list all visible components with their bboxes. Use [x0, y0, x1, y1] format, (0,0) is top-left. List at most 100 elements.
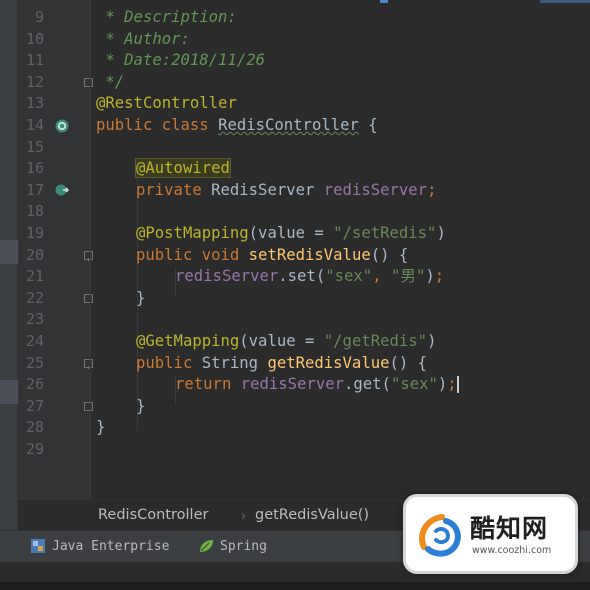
code-line-11: * Date:2018/11/26: [96, 50, 265, 72]
line-number: 12: [25, 72, 44, 91]
java-enterprise-icon: [31, 539, 45, 553]
code-line-24: @GetMapping(value = "/getRedis"): [136, 331, 436, 353]
paren: ): [427, 332, 437, 350]
comment-text: */: [96, 72, 125, 91]
code-line-22: }: [136, 288, 145, 310]
line-number: 26: [25, 375, 44, 394]
code-line-16: @Autowired: [135, 158, 231, 180]
method-name: getRedisValue: [267, 353, 390, 372]
java-enterprise-label: Java Enterprise: [52, 538, 170, 554]
method-name: setRedisValue: [248, 245, 371, 264]
spring-tool-button[interactable]: Spring: [198, 536, 267, 556]
type-name: String: [201, 353, 268, 372]
line-number: 20: [25, 245, 44, 264]
annotation: @PostMapping: [136, 224, 249, 242]
string-literal: "sex": [390, 375, 438, 394]
text-cursor: [456, 376, 459, 394]
paren: ): [436, 224, 446, 242]
spring-leaf-icon: [200, 540, 213, 552]
annotation: @RestController: [96, 94, 237, 113]
coozhi-logo-icon: [419, 514, 461, 557]
string-literal: "sex": [325, 267, 373, 286]
site-watermark: 酷知网 www.coozhi.com: [403, 494, 578, 574]
paren: ): [437, 375, 448, 394]
paren: (value =: [239, 332, 324, 350]
watermark-url: www.coozhi.com: [472, 545, 552, 556]
code-editor[interactable]: * Description: * Author: * Date:2018/11/…: [91, 0, 590, 500]
field-name: redisServer: [240, 375, 344, 394]
line-number: 22: [25, 288, 44, 307]
class-name: RedisController: [218, 116, 359, 134]
autowired-navigate-icon[interactable]: [55, 183, 69, 197]
paren: () {: [389, 353, 428, 372]
code-line-12: */: [96, 72, 124, 94]
breadcrumb-class[interactable]: RedisController: [98, 507, 208, 523]
code-line-26: return redisServer.get("sex");: [175, 374, 459, 396]
ide-window: 9 10 11 12 13 14 15 16 17 18 19 20 21 22…: [0, 0, 590, 590]
paren: () {: [370, 245, 409, 264]
string-literal: "/getRedis": [323, 332, 428, 350]
tool-stripe-tab[interactable]: [0, 240, 18, 264]
line-number: 10: [25, 29, 44, 48]
string-literal: "男": [390, 267, 426, 286]
method-call: .get(: [344, 375, 391, 394]
editor-gutter[interactable]: 9 10 11 12 13 14 15 16 17 18 19 20 21 22…: [18, 0, 93, 500]
left-tool-stripe[interactable]: [0, 0, 18, 530]
spring-label: Spring: [220, 538, 267, 554]
code-line-28: }: [96, 417, 105, 439]
keyword: public: [136, 353, 202, 372]
line-number: 18: [25, 202, 44, 221]
annotation: @Autowired: [135, 158, 231, 179]
semicolon: ;: [427, 180, 437, 199]
code-line-27: }: [136, 396, 145, 418]
annotation: @GetMapping: [136, 332, 240, 350]
line-number: 11: [25, 51, 44, 70]
comma: ,: [372, 267, 391, 286]
field-name: redisServer: [175, 267, 279, 286]
brace: }: [136, 288, 146, 307]
code-line-21: redisServer.set("sex", "男");: [175, 266, 444, 288]
semicolon: ;: [434, 267, 445, 286]
brace: }: [96, 418, 106, 437]
spring-bean-icon[interactable]: [55, 119, 69, 133]
code-line-19: @PostMapping(value = "/setRedis"): [136, 223, 446, 245]
type-name: RedisServer: [211, 180, 324, 199]
tool-stripe-tab[interactable]: [0, 380, 18, 404]
line-number: 15: [25, 137, 44, 156]
brace: {: [358, 116, 378, 134]
brace: }: [136, 396, 146, 415]
watermark-brand: 酷知网: [470, 514, 549, 543]
string-literal: "/setRedis": [333, 224, 437, 242]
java-enterprise-tool-button[interactable]: Java Enterprise: [30, 536, 169, 556]
line-number: 21: [25, 267, 44, 286]
paren: (value =: [248, 224, 334, 242]
breadcrumb-method[interactable]: getRedisValue(): [255, 507, 369, 523]
line-number: 14: [25, 116, 44, 134]
keyword: private: [136, 180, 212, 199]
line-number: 9: [34, 8, 44, 26]
breadcrumb-separator: ›: [241, 509, 246, 523]
keyword: public class: [96, 116, 219, 134]
code-line-17: private RedisServer redisServer;: [136, 180, 436, 202]
keyword: return: [175, 375, 241, 394]
code-line-25: public String getRedisValue() {: [136, 353, 427, 375]
line-number: 24: [25, 332, 44, 350]
field-name: redisServer: [323, 180, 428, 199]
line-number: 13: [25, 94, 44, 113]
code-line-14: public class RedisController {: [96, 115, 378, 137]
comment-text: * Author:: [96, 29, 190, 48]
line-number: 27: [25, 396, 44, 415]
semicolon: ;: [447, 375, 457, 394]
line-number: 25: [25, 353, 44, 372]
line-number: 17: [25, 180, 44, 199]
line-number: 29: [25, 440, 44, 458]
comment-text: * Description:: [96, 8, 237, 26]
paren: ): [425, 267, 435, 286]
code-line-13: @RestController: [96, 93, 237, 115]
keyword: public void: [136, 245, 249, 264]
code-line-10: * Author:: [96, 29, 190, 51]
code-line-20: public void setRedisValue() {: [136, 245, 408, 267]
code-line-9: * Description:: [96, 7, 237, 29]
line-number: 19: [25, 224, 44, 242]
line-number: 16: [25, 159, 44, 178]
